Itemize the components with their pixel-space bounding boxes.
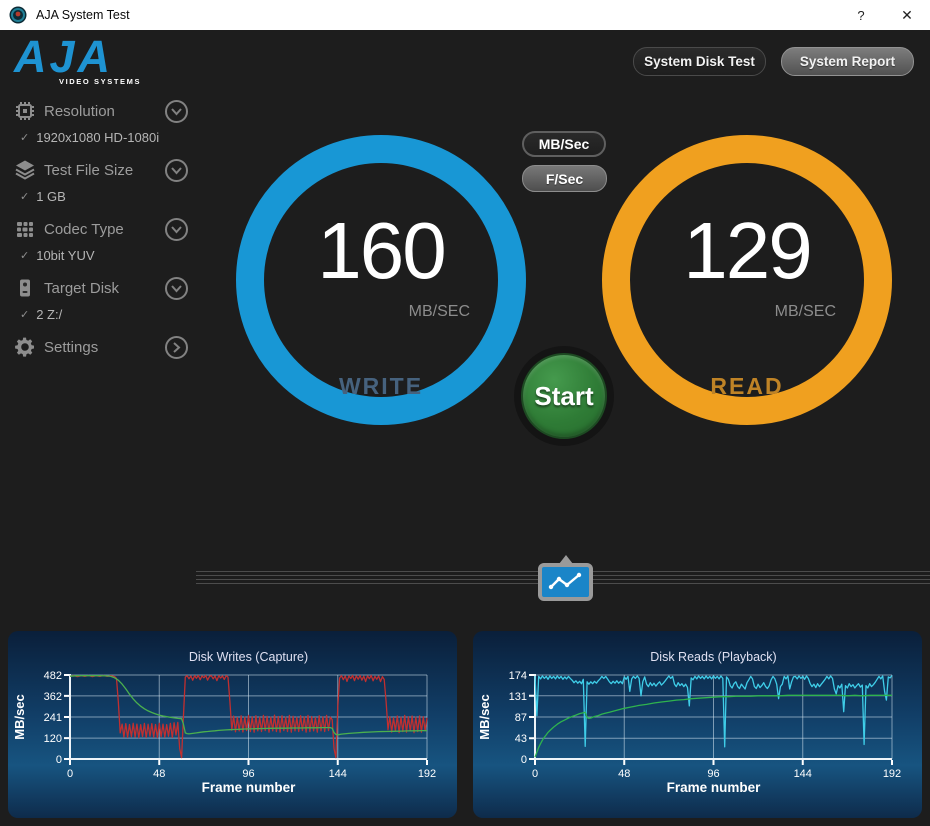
sidebar-value-label: 2 Z:/ [36,307,63,322]
start-button[interactable]: Start [514,346,614,446]
gear-icon [12,334,38,360]
sidebar-item-test-file-size[interactable]: Test File Size [12,157,188,183]
disk-reads-panel: 0 43 87 131 174 0 48 96 144 192 Disk Reads (Playba… [473,631,922,818]
write-value: 160 [317,206,446,295]
disk-writes-chart: 0 120 241 362 482 0 48 96 144 192 Disk Writes (Cap… [8,631,457,818]
sidebar-value-codec-type[interactable]: ✓ 10bit YUV [20,248,190,263]
svg-text:174: 174 [509,670,527,682]
sidebar-item-label: Settings [44,338,99,356]
svg-text:96: 96 [242,768,254,780]
check-icon: ✓ [20,309,30,321]
sidebar-value-label: 10bit YUV [36,248,95,263]
svg-text:144: 144 [329,768,347,780]
svg-text:Frame number: Frame number [667,780,762,795]
system-disk-test-button[interactable]: System Disk Test [633,47,766,76]
sidebar-item-label: Codec Type [44,220,124,238]
sidebar-value-label: 1920x1080 HD-1080i [36,130,160,145]
svg-text:Disk Reads (Playback): Disk Reads (Playback) [650,650,776,664]
sidebar-value-label: 1 GB [36,189,66,204]
chip-icon [12,98,38,124]
sidebar-item-label: Test File Size [44,161,134,179]
chevron-right-icon[interactable] [165,335,188,359]
help-button[interactable]: ? [838,0,884,30]
sidebar-item-label: Resolution [44,102,115,120]
svg-text:144: 144 [794,768,812,780]
svg-text:Disk Writes (Capture): Disk Writes (Capture) [189,650,308,664]
grid-icon [12,216,38,242]
svg-text:131: 131 [509,691,527,703]
write-gauge: 160 MB/SEC WRITE [236,135,526,425]
graph-panel-toggle[interactable] [538,555,593,601]
start-button-face[interactable]: Start [521,353,607,439]
disk-reads-chart: 0 43 87 131 174 0 48 96 144 192 Disk Reads (Playba… [473,631,922,818]
check-icon: ✓ [20,191,30,203]
system-report-button[interactable]: System Report [781,47,914,76]
svg-text:0: 0 [56,754,62,766]
read-gauge: 129 MB/SEC READ [602,135,892,425]
check-icon: ✓ [20,132,30,144]
read-label: READ [710,373,784,399]
svg-text:482: 482 [44,670,62,682]
svg-text:96: 96 [707,768,719,780]
check-icon: ✓ [20,250,30,262]
window-title: AJA System Test [36,8,130,22]
read-unit: MB/SEC [774,303,836,320]
start-button-label: Start [534,380,594,411]
chevron-down-icon[interactable] [165,99,188,123]
svg-text:0: 0 [521,754,527,766]
sidebar-item-settings[interactable]: Settings [12,334,188,360]
logo-text: AJA [14,31,114,82]
svg-text:192: 192 [418,768,436,780]
sidebar-value-test-file-size[interactable]: ✓ 1 GB [20,189,190,204]
app-window: AJA System Test ? ✕ AJA VIDEO SYSTEMS Sy… [0,0,930,826]
svg-text:43: 43 [515,733,527,745]
sidebar-value-resolution[interactable]: ✓ 1920x1080 HD-1080i [20,130,190,145]
sidebar-item-label: Target Disk [44,279,120,297]
sidebar-value-target-disk[interactable]: ✓ 2 Z:/ [20,307,190,322]
app-icon [9,6,27,24]
sidebar-item-target-disk[interactable]: Target Disk [12,275,188,301]
svg-text:192: 192 [883,768,901,780]
disk-writes-panel: 0 120 241 362 482 0 48 96 144 192 Disk Writes (Cap… [8,631,457,818]
unit-toggle-mbsec[interactable]: MB/Sec [522,131,606,157]
svg-text:48: 48 [153,768,165,780]
svg-text:120: 120 [44,733,62,745]
titlebar: AJA System Test ? ✕ [0,0,930,30]
svg-text:362: 362 [44,691,62,703]
svg-text:48: 48 [618,768,630,780]
sidebar-item-codec-type[interactable]: Codec Type [12,216,188,242]
svg-text:MB/sec: MB/sec [477,694,492,740]
write-label: WRITE [338,373,424,399]
trend-chart-icon [538,563,593,601]
sidebar-item-resolution[interactable]: Resolution [12,98,188,124]
svg-text:MB/sec: MB/sec [12,694,27,740]
main-content: AJA VIDEO SYSTEMS System Disk Test Syste… [0,30,930,826]
svg-text:Frame number: Frame number [202,780,297,795]
chevron-down-icon[interactable] [165,158,188,182]
chevron-down-icon[interactable] [165,276,188,300]
svg-text:0: 0 [532,768,538,780]
svg-text:87: 87 [515,712,527,724]
svg-text:241: 241 [44,712,62,724]
logo-subtext: VIDEO SYSTEMS [59,77,142,86]
write-unit: MB/SEC [408,303,470,320]
read-value: 129 [683,206,812,295]
chevron-down-icon[interactable] [165,217,188,241]
layers-icon [12,157,38,183]
unit-toggle-fsec[interactable]: F/Sec [522,165,607,192]
aja-logo: AJA VIDEO SYSTEMS [14,34,184,90]
svg-text:0: 0 [67,768,73,780]
hard-drive-icon [12,275,38,301]
close-button[interactable]: ✕ [884,0,930,30]
